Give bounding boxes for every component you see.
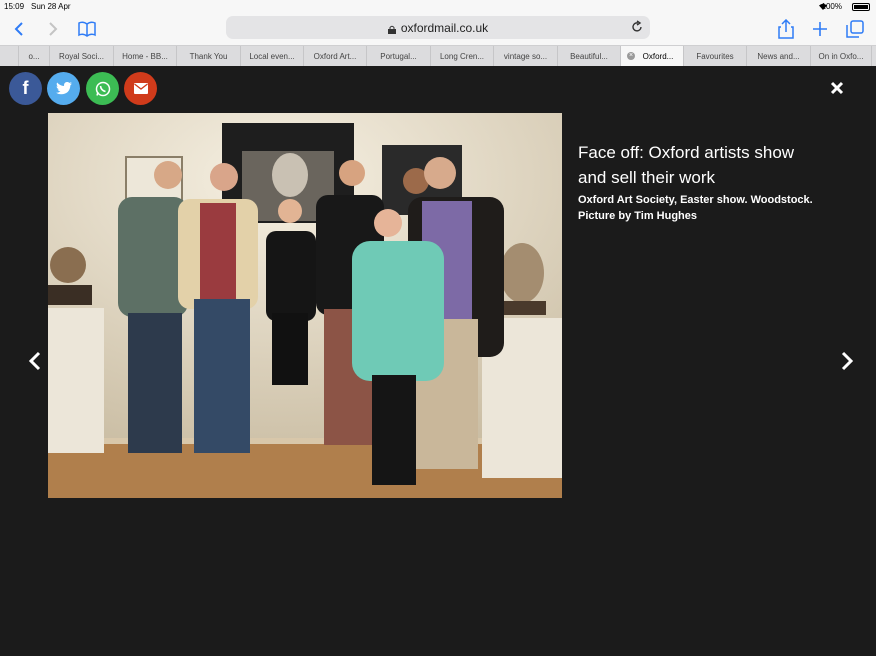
facebook-icon: f <box>22 78 29 98</box>
close-tab-icon[interactable]: × <box>627 52 635 60</box>
reload-icon[interactable] <box>630 20 644 34</box>
previous-arrow-icon[interactable] <box>28 351 42 371</box>
tab[interactable]: Favourites <box>684 46 747 66</box>
whatsapp-share-button[interactable] <box>86 72 119 105</box>
email-share-button[interactable] <box>124 72 157 105</box>
gallery-photo <box>48 113 562 498</box>
url-text: oxfordmail.co.uk <box>400 20 489 35</box>
twitter-share-button[interactable] <box>47 72 80 105</box>
tab-bar: o... Royal Soci... Home - BB... Thank Yo… <box>0 45 876 66</box>
tab[interactable]: Long Cren... <box>431 46 494 66</box>
photo-caption-title: Face off: Oxford artists show and sell t… <box>578 143 795 187</box>
photo-caption-credit: Oxford Art Society, Easter show. Woodsto… <box>578 194 813 222</box>
address-bar[interactable]: oxfordmail.co.uk <box>226 16 650 39</box>
whatsapp-icon <box>95 81 110 96</box>
date: Sun 28 Apr <box>31 2 71 11</box>
tab-label: Oxford... <box>642 51 674 61</box>
tab[interactable]: Royal Soci... <box>50 46 114 66</box>
browser-toolbar: oxfordmail.co.uk <box>0 13 876 45</box>
tab[interactable]: On in Oxfo... <box>811 46 872 66</box>
battery-icon <box>852 3 870 11</box>
tab[interactable]: Home - BB... <box>114 46 177 66</box>
photo-gallery-overlay: f Face off: Oxford artists show and sell… <box>0 66 876 656</box>
tab[interactable]: vintage so... <box>494 46 558 66</box>
tab[interactable]: Oxford Art... <box>304 46 367 66</box>
new-tab-icon[interactable] <box>808 17 832 41</box>
status-bar: 15:09 Sun 28 Apr 100% <box>0 0 876 13</box>
share-icon[interactable] <box>774 17 798 41</box>
tab[interactable]: Portugal... <box>367 46 431 66</box>
next-arrow-icon[interactable] <box>840 351 854 371</box>
bookmarks-icon[interactable] <box>75 17 99 41</box>
facebook-share-button[interactable]: f <box>9 72 42 105</box>
twitter-icon <box>55 82 72 95</box>
tabs-overview-icon[interactable] <box>843 17 867 41</box>
tab[interactable]: Beautiful... <box>558 46 621 66</box>
tab-active[interactable]: × Oxford... <box>621 46 684 66</box>
battery-percentage: 100% <box>821 2 842 11</box>
tab-blank[interactable] <box>0 46 19 66</box>
tab[interactable]: Local even... <box>241 46 304 66</box>
back-icon[interactable] <box>7 17 31 41</box>
lock-icon <box>387 23 396 34</box>
tab[interactable]: o... <box>19 46 50 66</box>
tab[interactable]: Thank You <box>177 46 241 66</box>
close-icon[interactable] <box>829 80 845 96</box>
tab[interactable]: News and... <box>747 46 811 66</box>
forward-icon[interactable] <box>41 17 65 41</box>
clock: 15:09 <box>4 2 25 11</box>
envelope-icon <box>133 83 148 94</box>
